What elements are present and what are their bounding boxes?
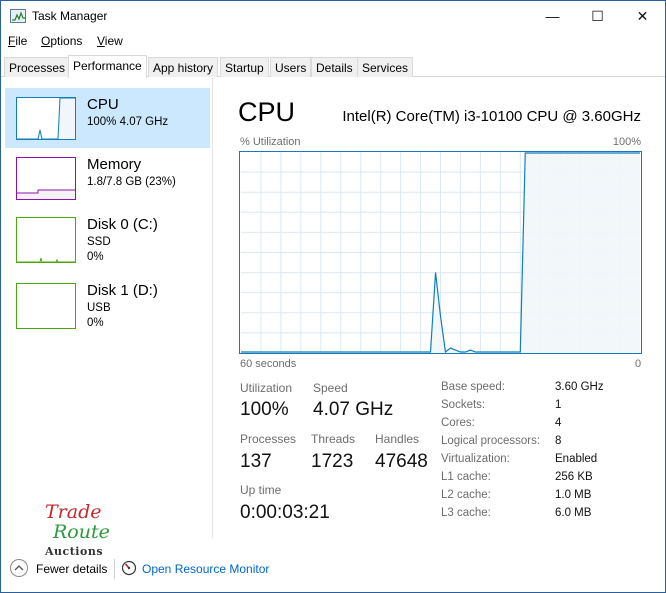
- menu-bar: File Options View: [1, 32, 665, 52]
- tab-app-history[interactable]: App history: [148, 57, 219, 77]
- cpu-model: Intel(R) Core(TM) i3-10100 CPU @ 3.60GHz: [342, 108, 641, 125]
- resource-sub: USB: [87, 302, 111, 314]
- resource-name: Disk 1 (D:): [87, 282, 158, 299]
- resource-name: Disk 0 (C:): [87, 216, 158, 233]
- graph-min-label: 0: [635, 358, 642, 370]
- spec-key: L1 cache:: [441, 471, 491, 483]
- spec-key: Base speed:: [441, 381, 505, 393]
- spec-value: 4: [555, 417, 562, 429]
- spec-value: Enabled: [555, 453, 598, 465]
- tab-services[interactable]: Services: [357, 57, 414, 77]
- disk1-thumbnail-graph: [16, 283, 76, 329]
- cpu-thumbnail-graph: [16, 97, 76, 140]
- resource-disk1[interactable]: Disk 1 (D:) USB 0%: [5, 274, 210, 334]
- spec-value: 1: [555, 399, 562, 411]
- fewer-details-link[interactable]: Fewer details: [36, 562, 107, 576]
- cpu-utilization-graph: [239, 151, 642, 354]
- speed-value: 4.07 GHz: [313, 399, 394, 420]
- close-button[interactable]: ✕: [620, 1, 665, 31]
- resource-sub: 1.8/7.8 GB (23%): [87, 176, 176, 188]
- utilization-label: Utilization: [240, 381, 293, 395]
- resource-sub: 100% 4.07 GHz: [87, 116, 169, 128]
- handles-label: Handles: [375, 432, 420, 446]
- tab-performance[interactable]: Performance: [68, 55, 147, 78]
- graph-y-label: % Utilization: [240, 136, 301, 148]
- maximize-button[interactable]: ☐: [575, 1, 620, 31]
- resource-list: CPU 100% 4.07 GHz Memory 1.8/7.8 GB (23%…: [1, 78, 213, 538]
- resource-cpu[interactable]: CPU 100% 4.07 GHz: [5, 88, 210, 148]
- spec-value: 1.0 MB: [555, 489, 592, 501]
- tab-bar: Processes Performance App history Startu…: [1, 55, 665, 78]
- handles-value: 47648: [375, 451, 428, 472]
- graph-time-span: 60 seconds: [240, 358, 297, 370]
- resource-monitor-icon[interactable]: [121, 560, 137, 576]
- menu-file[interactable]: File: [8, 34, 27, 48]
- tab-startup[interactable]: Startup: [220, 57, 269, 77]
- spec-value: 3.60 GHz: [555, 381, 604, 393]
- tab-processes[interactable]: Processes: [4, 57, 71, 77]
- uptime-label: Up time: [240, 483, 282, 497]
- close-icon: ✕: [636, 7, 649, 24]
- minimize-icon: —: [545, 8, 560, 24]
- processes-value: 137: [240, 451, 272, 472]
- footer-separator: [114, 559, 115, 579]
- processes-label: Processes: [240, 432, 297, 446]
- graph-max-label: 100%: [612, 136, 641, 148]
- menu-options[interactable]: Options: [41, 34, 82, 48]
- speed-label: Speed: [313, 381, 348, 395]
- open-resource-monitor-link[interactable]: Open Resource Monitor: [142, 562, 269, 576]
- utilization-value: 100%: [240, 399, 289, 420]
- task-manager-icon: [10, 9, 26, 23]
- spec-key: Logical processors:: [441, 435, 541, 447]
- spec-key: Virtualization:: [441, 453, 510, 465]
- window-title: Task Manager: [32, 9, 108, 23]
- minimize-button[interactable]: —: [530, 1, 575, 31]
- watermark-logo: Trade Route Auctions: [45, 501, 110, 558]
- spec-value: 256 KB: [555, 471, 593, 483]
- resource-name: CPU: [87, 96, 119, 113]
- threads-label: Threads: [311, 432, 356, 446]
- spec-key: L3 cache:: [441, 507, 491, 519]
- resource-name: Memory: [87, 156, 142, 173]
- spec-value: 6.0 MB: [555, 507, 592, 519]
- maximize-icon: ☐: [591, 7, 604, 24]
- spec-key: Sockets:: [441, 399, 486, 411]
- resource-sub2: 0%: [87, 251, 104, 263]
- fewer-details-icon[interactable]: [10, 559, 28, 577]
- footer: Fewer details Open Resource Monitor: [1, 556, 665, 584]
- resource-disk0[interactable]: Disk 0 (C:) SSD 0%: [5, 208, 210, 268]
- tab-users[interactable]: Users: [270, 57, 312, 77]
- threads-value: 1723: [311, 451, 354, 472]
- spec-value: 8: [555, 435, 562, 447]
- resource-memory[interactable]: Memory 1.8/7.8 GB (23%): [5, 148, 210, 208]
- detail-title: CPU: [238, 97, 296, 127]
- resource-sub2: 0%: [87, 317, 104, 329]
- title-bar: Task Manager — ☐ ✕: [1, 1, 665, 31]
- memory-thumbnail-graph: [16, 157, 76, 200]
- disk0-thumbnail-graph: [16, 217, 76, 263]
- spec-key: Cores:: [441, 417, 475, 429]
- spec-key: L2 cache:: [441, 489, 491, 501]
- menu-view[interactable]: View: [97, 34, 123, 48]
- uptime-value: 0:00:03:21: [240, 502, 330, 523]
- task-manager-window: Task Manager — ☐ ✕ File Options View Pro…: [0, 0, 666, 593]
- resource-sub: SSD: [87, 236, 111, 248]
- tab-details[interactable]: Details: [311, 57, 358, 77]
